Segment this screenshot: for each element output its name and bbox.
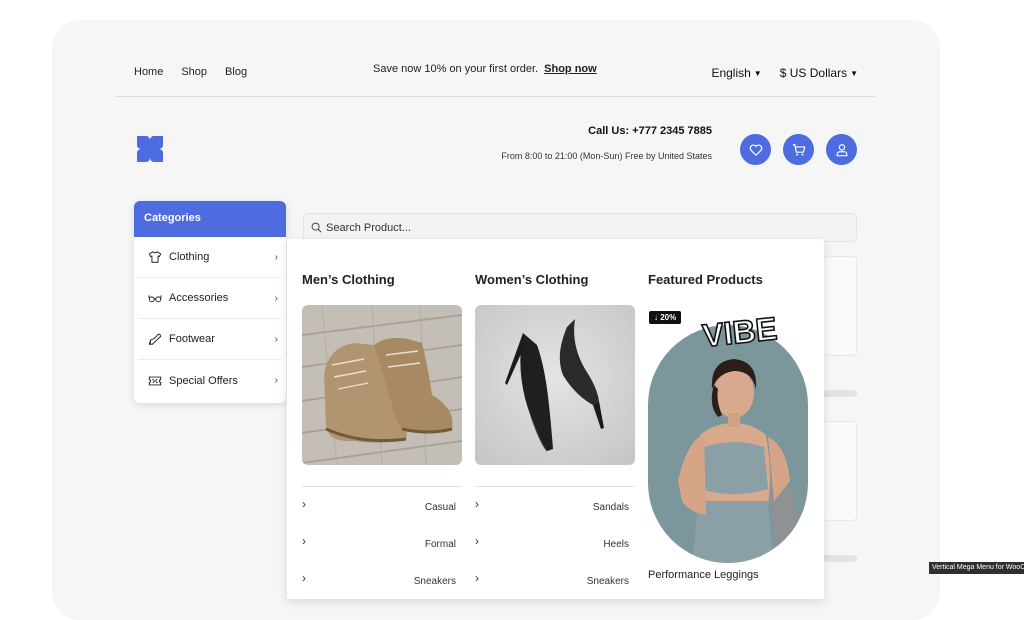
chevron-right-icon: › (302, 534, 306, 548)
opening-hours: From 8:00 to 21:00 (Mon-Sun) Free by Uni… (501, 151, 712, 161)
account-button[interactable] (826, 134, 857, 165)
chevron-down-icon: ▼ (850, 69, 858, 78)
subcategory-label: Casual (424, 502, 456, 513)
ticket-icon (148, 376, 162, 385)
subcategory-sneakers[interactable]: › Sneakers (475, 561, 635, 598)
nav-shop-link[interactable]: Shop (181, 66, 207, 78)
language-value: English (711, 66, 751, 80)
category-label: Special Offers (169, 374, 238, 387)
chevron-right-icon: › (302, 497, 306, 511)
heel-icon (148, 333, 162, 345)
subcategory-sandals[interactable]: › Sandals (475, 487, 635, 524)
mens-boots-image[interactable] (302, 305, 462, 465)
content-placeholder (823, 256, 857, 356)
glasses-icon (148, 295, 162, 303)
chevron-right-icon: › (302, 571, 306, 585)
subcategory-sneakers[interactable]: › Sneakers (302, 561, 462, 598)
promo-text: Save now 10% on your first order. (373, 63, 539, 75)
content-placeholder (823, 421, 857, 521)
subcategory-formal[interactable]: › Formal (302, 524, 462, 561)
tooltip: Vertical Mega Menu for WooCommerce (929, 562, 1024, 574)
chevron-right-icon: › (475, 571, 479, 585)
subcategory-label: Sneakers (586, 576, 629, 587)
womens-heels-image[interactable] (475, 305, 635, 465)
subcategory-label: Sneakers (413, 576, 456, 587)
cart-icon (792, 143, 805, 156)
chevron-right-icon: › (274, 251, 278, 263)
categories-header[interactable]: Categories (134, 201, 286, 237)
category-label: Footwear (169, 333, 215, 345)
header-divider (115, 96, 875, 97)
chevron-right-icon: › (475, 497, 479, 511)
womens-subcategory-list: › Sandals › Heels › Sneakers (475, 486, 635, 598)
mens-clothing-title[interactable]: Men’s Clothing (302, 272, 395, 287)
featured-product-name[interactable]: Performance Leggings (648, 569, 759, 581)
currency-select[interactable]: $ US Dollars ▼ (780, 66, 858, 80)
featured-product-image[interactable]: VIBE (648, 305, 808, 569)
cart-button[interactable] (783, 134, 814, 165)
content-placeholder-bar (823, 390, 857, 397)
subcategory-label: Heels (603, 539, 629, 550)
chevron-right-icon: › (274, 333, 278, 345)
category-label: Clothing (169, 251, 210, 263)
logo-icon[interactable] (135, 134, 165, 164)
subcategory-heels[interactable]: › Heels (475, 524, 635, 561)
discount-badge: ↓ 20% (649, 311, 682, 324)
chevron-right-icon: › (274, 292, 278, 304)
shop-now-link[interactable]: Shop now (544, 63, 597, 75)
language-select[interactable]: English ▼ (711, 66, 761, 80)
tshirt-icon (148, 251, 162, 263)
top-nav: Home Shop Blog (134, 66, 247, 78)
nav-blog-link[interactable]: Blog (225, 66, 247, 78)
user-icon (836, 143, 847, 156)
promo-banner: Save now 10% on your first order. Shop n… (373, 63, 597, 75)
chevron-right-icon: › (274, 375, 278, 386)
search-icon (311, 222, 322, 233)
nav-home-link[interactable]: Home (134, 66, 163, 78)
womens-clothing-title[interactable]: Women’s Clothing (475, 272, 588, 287)
heart-icon (749, 143, 762, 156)
header-selectors: English ▼ $ US Dollars ▼ (711, 66, 858, 80)
mega-menu: Men’s Clothing Women’s Clothing Featured… (287, 239, 824, 599)
currency-value: $ US Dollars (779, 66, 848, 80)
subcategory-label: Sandals (592, 502, 629, 513)
wishlist-button[interactable] (740, 134, 771, 165)
call-us: Call Us: +777 2345 7885 (588, 125, 712, 137)
mens-subcategory-list: › Casual › Formal › Sneakers (302, 486, 462, 598)
categories-panel: Categories Clothing › Accessories › Foot… (134, 201, 286, 403)
category-clothing[interactable]: Clothing › (138, 237, 282, 278)
category-accessories[interactable]: Accessories › (138, 278, 282, 319)
category-special-offers[interactable]: Special Offers › (138, 360, 282, 401)
content-placeholder-bar (823, 555, 857, 562)
search-bar (303, 213, 857, 242)
chevron-down-icon: ▼ (753, 69, 762, 78)
subcategory-casual[interactable]: › Casual (302, 487, 462, 524)
subcategory-label: Formal (424, 539, 456, 550)
featured-products-title: Featured Products (648, 272, 763, 287)
search-input[interactable] (326, 221, 626, 234)
category-label: Accessories (169, 292, 229, 304)
chevron-right-icon: › (475, 534, 479, 548)
category-footwear[interactable]: Footwear › (138, 319, 282, 360)
